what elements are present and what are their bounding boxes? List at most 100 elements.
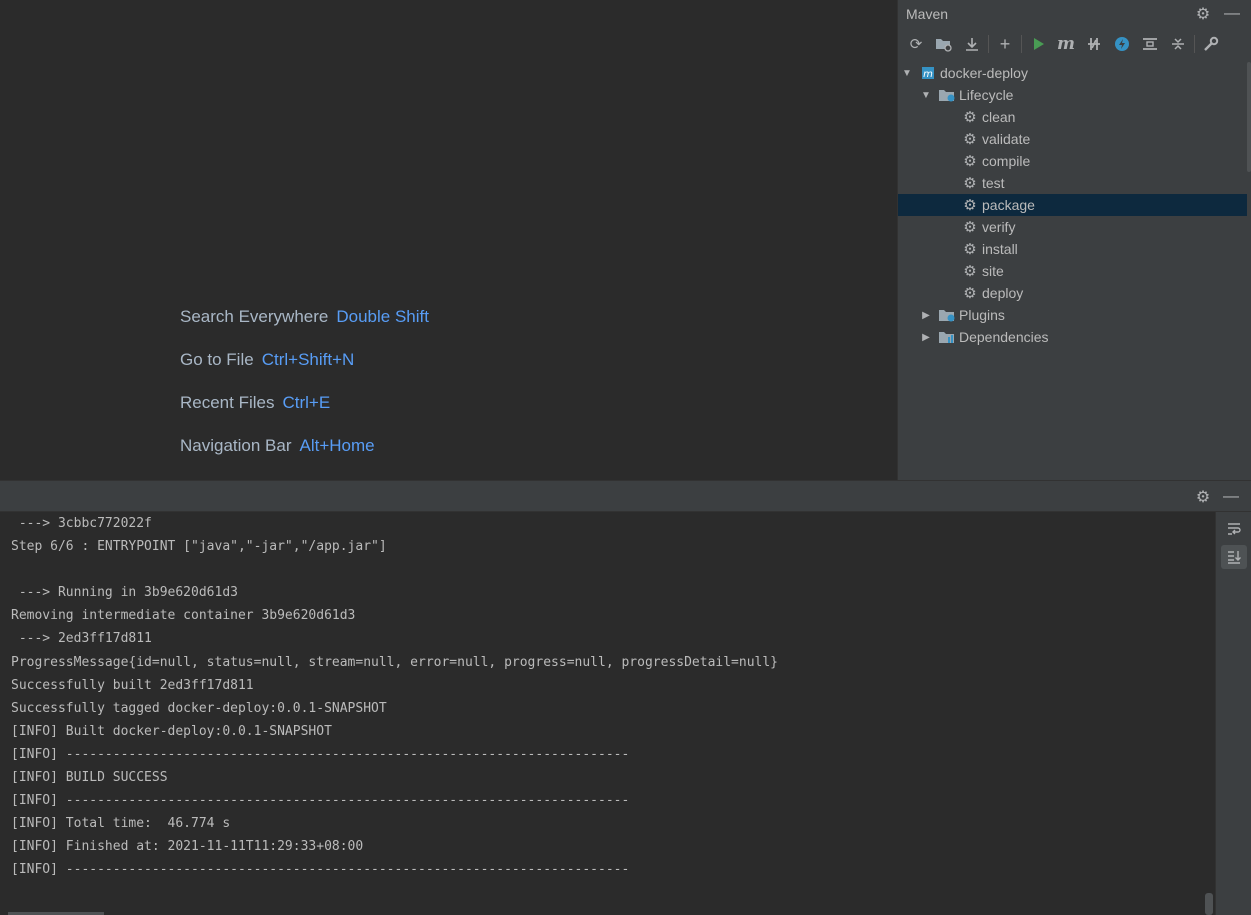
tree-item-phase[interactable]: ⚙ validate: [898, 128, 1247, 150]
hint-label: Recent Files: [180, 393, 275, 412]
svg-text:m: m: [923, 69, 933, 80]
editor-empty-area: Search Everywhere Double Shift Go to File…: [0, 0, 896, 480]
phase-label: test: [982, 175, 1005, 191]
add-folder-reload-icon[interactable]: [930, 32, 958, 56]
minimize-icon[interactable]: —: [1222, 4, 1242, 24]
console-output[interactable]: ---> 3cbbc772022f Step 6/6 : ENTRYPOINT …: [0, 512, 1215, 915]
maven-tree: ▼ m docker-deploy ▼ Lifecycle ⚙ clean ⚙ …: [898, 62, 1247, 348]
phase-label: clean: [982, 109, 1016, 125]
download-icon[interactable]: [958, 32, 986, 56]
phase-label: verify: [982, 219, 1016, 235]
phase-label: validate: [982, 131, 1031, 147]
settings-gear-icon[interactable]: ⚙: [1193, 487, 1213, 507]
reload-icon[interactable]: ⟳: [902, 32, 930, 56]
skip-tests-icon[interactable]: [1108, 32, 1136, 56]
tree-item-dependencies[interactable]: ▶ Dependencies: [898, 326, 1247, 348]
hint-navigation-bar: Navigation Bar Alt+Home: [180, 436, 375, 456]
lifecycle-folder-icon: [938, 87, 956, 103]
wrench-icon[interactable]: [1197, 32, 1225, 56]
gear-icon: ⚙: [963, 219, 977, 236]
collapse-all-icon[interactable]: [1164, 32, 1192, 56]
minimize-icon[interactable]: —: [1221, 487, 1241, 507]
settings-gear-icon[interactable]: ⚙: [1193, 4, 1213, 24]
plugins-folder-icon: [938, 307, 956, 323]
hint-shortcut: Alt+Home: [299, 436, 375, 455]
gear-icon: ⚙: [963, 241, 977, 258]
maven-tool-window: Maven ⚙ — ⟳ + m ▼ m docker-deploy ▼ Life…: [897, 0, 1251, 480]
gear-icon: ⚙: [963, 175, 977, 192]
tree-item-plugins[interactable]: ▶ Plugins: [898, 304, 1247, 326]
tree-item-project[interactable]: ▼ m docker-deploy: [898, 62, 1247, 84]
tree-item-phase[interactable]: ⚙ verify: [898, 216, 1247, 238]
hint-shortcut: Double Shift: [336, 307, 429, 326]
console-line: Successfully tagged docker-deploy:0.0.1-…: [11, 700, 387, 716]
gear-icon: ⚙: [963, 263, 977, 280]
hint-shortcut: Ctrl+E: [282, 393, 331, 412]
console-line: [INFO] Finished at: 2021-11-11T11:29:33+…: [11, 839, 364, 855]
tree-item-phase[interactable]: ⚙ install: [898, 238, 1247, 260]
hint-recent-files: Recent Files Ctrl+E: [180, 393, 330, 413]
console-line: ---> Running in 3b9e620d61d3: [11, 585, 238, 601]
toolbar-separator: [988, 35, 989, 53]
project-name: docker-deploy: [940, 65, 1028, 81]
maven-scrollbar[interactable]: [1247, 62, 1251, 172]
tree-item-phase[interactable]: ⚙ deploy: [898, 282, 1247, 304]
scroll-to-end-icon[interactable]: [1221, 545, 1247, 569]
gear-icon: ⚙: [963, 285, 977, 302]
console-line: [INFO] ---------------------------------…: [11, 793, 630, 809]
console-line: ---> 3cbbc772022f: [11, 516, 152, 531]
gear-icon: ⚙: [963, 197, 977, 214]
toggle-offline-icon[interactable]: [1080, 32, 1108, 56]
maven-toolbar: ⟳ + m: [902, 31, 1247, 57]
phase-label: site: [982, 263, 1004, 279]
toolbar-separator: [1021, 35, 1022, 53]
console-line: ProgressMessage{id=null, status=null, st…: [11, 654, 779, 670]
execute-maven-goal-icon[interactable]: m: [1052, 32, 1080, 56]
collapsed-arrow-icon[interactable]: ▶: [920, 310, 932, 321]
show-dependencies-icon[interactable]: [1136, 32, 1164, 56]
phase-label: package: [982, 197, 1035, 213]
plugins-label: Plugins: [959, 307, 1005, 323]
gear-icon: ⚙: [963, 131, 977, 148]
run-icon[interactable]: [1024, 32, 1052, 56]
phase-label: install: [982, 241, 1018, 257]
phase-label: compile: [982, 153, 1031, 169]
expanded-arrow-icon[interactable]: ▼: [901, 68, 913, 79]
soft-wrap-icon[interactable]: [1221, 517, 1247, 541]
console-line: Step 6/6 : ENTRYPOINT ["java","-jar","/a…: [11, 539, 387, 555]
console-side-toolbar: [1215, 512, 1251, 915]
console-line: [INFO] BUILD SUCCESS: [11, 770, 168, 786]
dependencies-label: Dependencies: [959, 329, 1049, 345]
tree-item-phase[interactable]: ⚙ test: [898, 172, 1247, 194]
maven-project-icon: m: [919, 65, 937, 81]
console-scrollbar[interactable]: [1205, 893, 1213, 915]
tree-item-phase[interactable]: ⚙ clean: [898, 106, 1247, 128]
hint-shortcut: Ctrl+Shift+N: [261, 350, 355, 369]
console-line: [INFO] Built docker-deploy:0.0.1-SNAPSHO…: [11, 723, 332, 739]
console-line: [INFO] Total time: 46.774 s: [11, 816, 231, 832]
gear-icon: ⚙: [963, 153, 977, 170]
phase-label: deploy: [982, 285, 1024, 301]
expanded-arrow-icon[interactable]: ▼: [920, 90, 932, 101]
tree-item-phase[interactable]: ⚙ compile: [898, 150, 1247, 172]
console-line: Removing intermediate container 3b9e620d…: [11, 608, 356, 624]
hint-label: Go to File: [180, 350, 254, 369]
hint-label: Search Everywhere: [180, 307, 329, 326]
lifecycle-label: Lifecycle: [959, 87, 1014, 103]
tree-item-phase-selected[interactable]: ⚙ package: [898, 194, 1247, 216]
hint-label: Navigation Bar: [180, 436, 292, 455]
run-tool-window-header: ⚙ —: [0, 480, 1251, 512]
console-line: Successfully built 2ed3ff17d811: [11, 677, 254, 693]
collapsed-arrow-icon[interactable]: ▶: [920, 332, 932, 343]
add-icon[interactable]: +: [991, 32, 1019, 56]
maven-title: Maven: [906, 6, 949, 22]
dependencies-folder-icon: [938, 329, 956, 345]
tree-item-lifecycle[interactable]: ▼ Lifecycle: [898, 84, 1247, 106]
hint-go-to-file: Go to File Ctrl+Shift+N: [180, 350, 354, 370]
tree-item-phase[interactable]: ⚙ site: [898, 260, 1247, 282]
hint-search-everywhere: Search Everywhere Double Shift: [180, 307, 429, 327]
console-line: ---> 2ed3ff17d811: [11, 631, 152, 647]
gear-icon: ⚙: [963, 109, 977, 126]
console-line: [INFO] ---------------------------------…: [11, 862, 630, 878]
